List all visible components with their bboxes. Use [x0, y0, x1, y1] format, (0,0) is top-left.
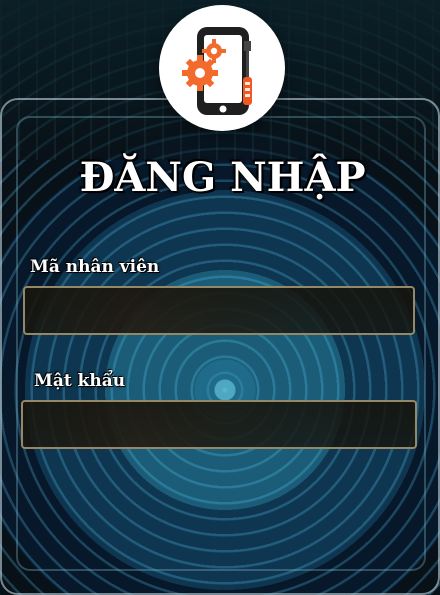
app-logo [159, 5, 285, 131]
password-label: Mật khẩu [34, 371, 126, 391]
employee-id-label: Mã nhân viên [30, 257, 160, 277]
mobile-repair-icon [182, 27, 252, 115]
password-input[interactable] [21, 400, 417, 449]
employee-id-input[interactable] [23, 286, 415, 335]
page-title: ĐĂNG NHẬP [79, 154, 366, 201]
login-screen: ĐĂNG NHẬP Mã nhân viên Mật khẩu [0, 0, 440, 595]
